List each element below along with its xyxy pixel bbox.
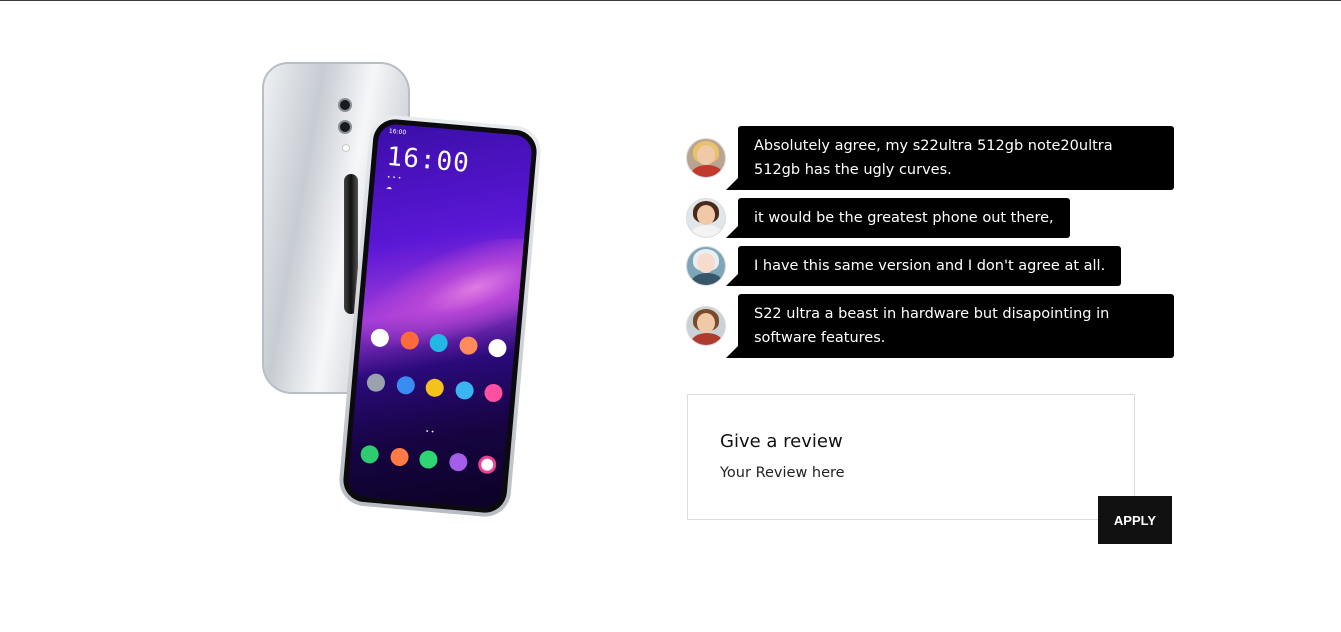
user-avatar[interactable] (686, 246, 726, 286)
apply-button[interactable]: APPLY (1098, 496, 1172, 544)
comment-bubble: it would be the greatest phone out there… (726, 198, 1070, 238)
status-time: 16:00 (388, 127, 407, 137)
comment-bubble: S22 ultra a beast in hardware but disapo… (726, 294, 1174, 358)
comment-bubble: Absolutely agree, my s22ultra 512gb note… (726, 126, 1174, 190)
comment-item: it would be the greatest phone out there… (686, 198, 1178, 238)
review-title: Give a review (720, 431, 843, 452)
user-avatar[interactable] (686, 198, 726, 238)
review-input[interactable] (720, 465, 1100, 481)
app-icons-row (366, 372, 504, 403)
user-avatar[interactable] (686, 138, 726, 178)
phone-display: 16:00 16:00 • • • ☁ • • (346, 123, 534, 509)
review-form: Give a review (687, 394, 1135, 520)
comment-item: Absolutely agree, my s22ultra 512gb note… (686, 126, 1178, 190)
screen-date: • • • (386, 173, 402, 183)
page-dots: • • (425, 428, 435, 436)
comment-item: I have this same version and I don't agr… (686, 246, 1178, 286)
flash-icon (342, 144, 350, 152)
comments-list: Absolutely agree, my s22ultra 512gb note… (686, 126, 1178, 366)
product-image: 16:00 16:00 • • • ☁ • • (258, 58, 543, 519)
comment-bubble: I have this same version and I don't agr… (725, 246, 1122, 286)
user-avatar[interactable] (686, 306, 726, 346)
dock-icons-row (359, 444, 497, 475)
top-divider (0, 0, 1341, 1)
camera-lens-icon (338, 98, 352, 112)
screen-clock: 16:00 (385, 141, 471, 179)
weather-icon: ☁ (385, 183, 393, 192)
phone-front: 16:00 16:00 • • • ☁ • • (337, 113, 543, 519)
camera-lens-icon (338, 120, 352, 134)
comment-item: S22 ultra a beast in hardware but disapo… (686, 294, 1178, 358)
